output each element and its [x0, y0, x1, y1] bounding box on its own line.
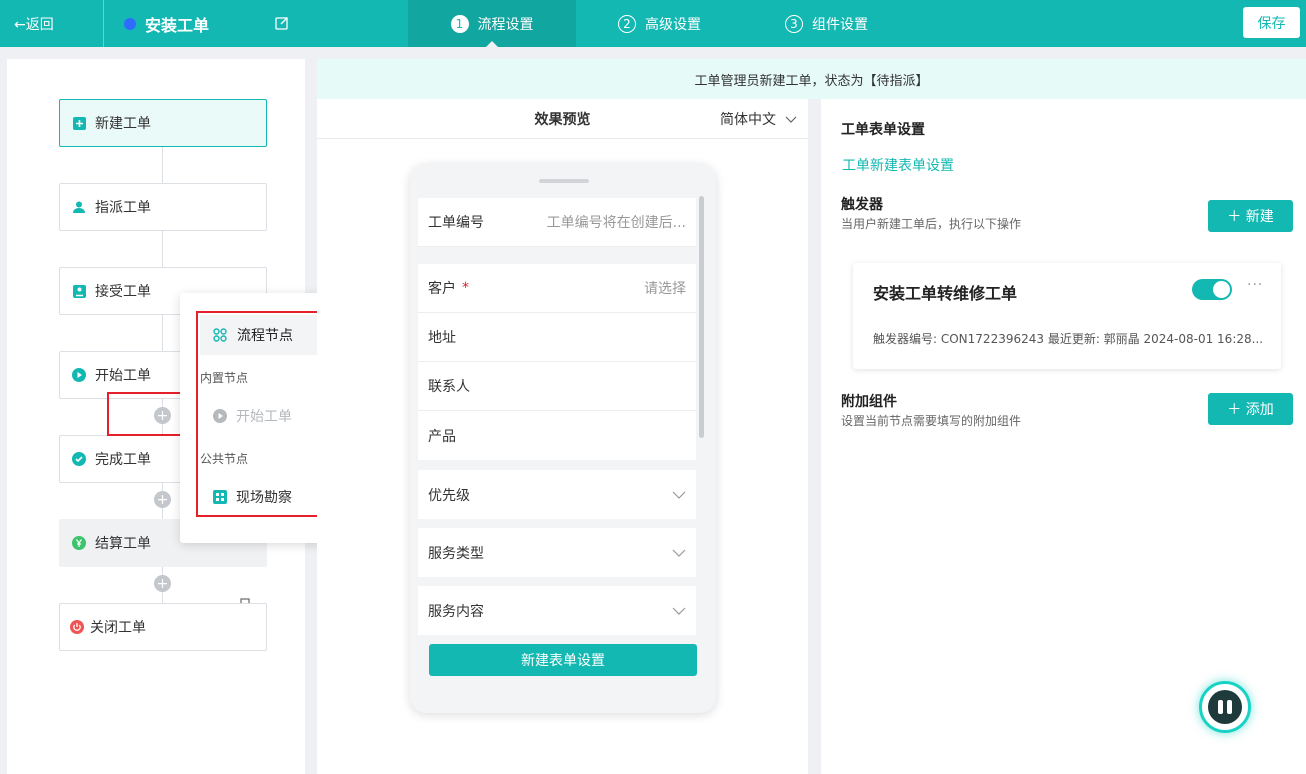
toggle-knob: [1213, 281, 1230, 298]
required-mark: *: [462, 280, 469, 296]
flow-node-label: 完成工单: [95, 452, 151, 468]
connector-line: [162, 147, 163, 183]
survey-icon: [213, 490, 227, 504]
flow-node-icon: [213, 328, 227, 342]
flow-node-label: 新建工单: [95, 116, 151, 132]
status-banner: 工单管理员新建工单，状态为【待指派】: [317, 59, 1306, 99]
tab-component-settings[interactable]: 3 组件设置: [743, 0, 910, 47]
field-label: 工单编号: [428, 215, 484, 231]
popup-item-label: 开始工单: [236, 409, 292, 425]
public-section-label: 公共节点: [200, 452, 249, 466]
back-button[interactable]: ←返回: [0, 0, 104, 47]
accept-doc-icon: [72, 284, 86, 298]
field-service-type[interactable]: 服务类型: [418, 528, 696, 577]
top-bar: ←返回 安装工单 1 流程设置 2 高级设置 3 组件设置 保存: [0, 0, 1306, 47]
popup-item-label: 现场勘察: [236, 490, 292, 506]
add-doc-icon: [72, 116, 86, 130]
popup-header-label: 流程节点: [237, 328, 293, 344]
popup-item-start: 开始工单: [213, 406, 292, 426]
trigger-toggle[interactable]: [1192, 279, 1232, 300]
addon-heading: 附加组件: [841, 394, 897, 410]
add-component-button[interactable]: ＋ 添加: [1208, 393, 1293, 425]
field-value: 工单编号将在创建后...: [546, 215, 686, 231]
tab-label: 高级设置: [645, 16, 701, 33]
field-address[interactable]: 地址: [418, 313, 696, 362]
preview-scrollbar[interactable]: [699, 196, 704, 438]
flow-node-label: 指派工单: [95, 200, 151, 216]
phone-notch: [539, 179, 589, 183]
tab-advanced-settings[interactable]: 2 高级设置: [576, 0, 743, 47]
page-title-text: 安装工单: [145, 15, 210, 35]
play-icon: [72, 368, 86, 382]
flow-node-label: 关闭工单: [90, 620, 146, 636]
trigger-card[interactable]: 安装工单转维修工单 ··· 触发器编号: CON1722396243 最近更新:…: [853, 263, 1281, 369]
create-form-settings-link[interactable]: 工单新建表单设置: [842, 155, 954, 175]
power-icon: [70, 620, 84, 634]
check-icon: [72, 452, 86, 466]
popup-item-site-survey[interactable]: 现场勘察: [213, 487, 292, 507]
step-number: 1: [450, 14, 469, 33]
flow-node-create[interactable]: 新建工单: [59, 99, 267, 147]
field-label: 客户: [428, 281, 456, 297]
chevron-down-icon: [672, 491, 686, 499]
field-label: 优先级: [428, 487, 470, 504]
field-ticket-no: 工单编号 工单编号将在创建后...: [418, 198, 696, 247]
field-product[interactable]: 产品: [418, 411, 696, 460]
field-label: 服务内容: [428, 603, 484, 620]
language-select[interactable]: 简体中文: [720, 109, 798, 129]
addon-description: 设置当前节点需要填写的附加组件: [841, 414, 1022, 428]
field-label: 服务类型: [428, 545, 484, 562]
floating-pause-button[interactable]: [1199, 681, 1251, 733]
trigger-description: 当用户新建工单后，执行以下操作: [841, 217, 1022, 231]
settings-panel: 工单表单设置 工单新建表单设置 触发器 当用户新建工单后，执行以下操作 ＋ 新建…: [821, 99, 1306, 774]
field-service-content[interactable]: 服务内容: [418, 586, 696, 635]
edit-icon[interactable]: [274, 15, 290, 31]
flow-node-assign[interactable]: 指派工单: [59, 183, 267, 231]
user-icon: [72, 200, 86, 214]
phone-preview: 工单编号 工单编号将在创建后... 客户 * 请选择 地址 联系人 产品 优先级…: [410, 164, 716, 713]
field-priority[interactable]: 优先级: [418, 470, 696, 519]
connector-line: [162, 315, 163, 351]
chevron-down-icon: [672, 607, 686, 615]
add-node-button[interactable]: +: [154, 491, 171, 508]
field-label: 联系人: [428, 379, 470, 395]
preview-header: 效果预览 简体中文: [317, 99, 808, 139]
builtin-section-label: 内置节点: [200, 371, 249, 385]
tab-flow-settings[interactable]: 1 流程设置: [408, 0, 576, 47]
step-tabs: 1 流程设置 2 高级设置 3 组件设置: [408, 0, 910, 47]
field-label: 产品: [428, 428, 456, 445]
create-form-settings-button[interactable]: 新建表单设置: [429, 644, 697, 676]
field-customer[interactable]: 客户 * 请选择: [418, 264, 696, 313]
flow-node-label: 开始工单: [95, 368, 151, 384]
flow-node-label: 结算工单: [95, 536, 151, 552]
field-placeholder: 请选择: [644, 281, 686, 297]
save-button[interactable]: 保存: [1243, 7, 1300, 38]
step-number: 3: [785, 14, 803, 33]
trigger-name: 安装工单转维修工单: [873, 284, 1018, 303]
chevron-down-icon: [672, 549, 686, 557]
chevron-down-icon: [785, 116, 797, 123]
preview-panel: 效果预览 简体中文 工单编号 工单编号将在创建后... 客户 * 请选择 地址 …: [317, 99, 808, 774]
trigger-meta: 触发器编号: CON1722396243 最近更新: 郭丽晶 2024-08-0…: [873, 332, 1264, 346]
status-dot-icon: [124, 17, 136, 30]
field-label: 地址: [428, 330, 456, 346]
form-settings-heading: 工单表单设置: [841, 122, 925, 138]
flow-node-label: 接受工单: [95, 284, 151, 300]
trigger-heading: 触发器: [841, 197, 883, 213]
more-icon[interactable]: ···: [1247, 277, 1263, 293]
flow-node-close[interactable]: 关闭工单: [59, 603, 267, 651]
add-node-button[interactable]: +: [154, 407, 171, 424]
connector-line: [162, 231, 163, 267]
field-contact[interactable]: 联系人: [418, 362, 696, 411]
play-icon: [213, 409, 227, 423]
step-number: 2: [618, 14, 636, 33]
page-title: 安装工单: [124, 0, 209, 47]
add-node-button[interactable]: +: [154, 575, 171, 592]
language-value: 简体中文: [720, 112, 776, 128]
new-trigger-button[interactable]: ＋ 新建: [1208, 200, 1293, 232]
pause-icon: [1208, 690, 1242, 724]
tab-label: 流程设置: [477, 16, 534, 33]
yuan-icon: [72, 536, 86, 550]
tab-label: 组件设置: [812, 16, 868, 33]
